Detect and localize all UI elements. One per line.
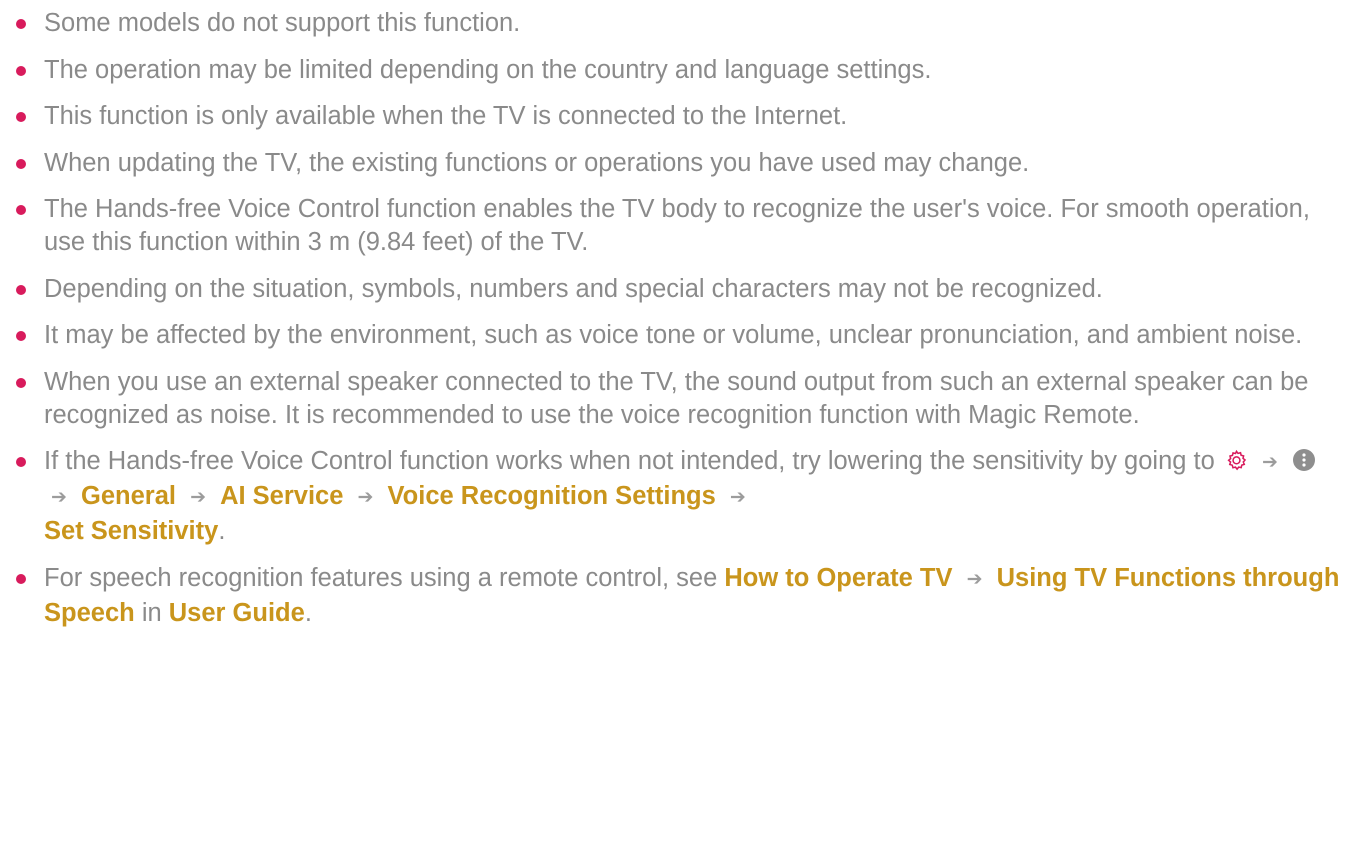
note-item: Some models do not support this function… xyxy=(0,7,1353,40)
bullet-dot xyxy=(16,573,26,584)
menu-path-voice-recognition-settings: Voice Recognition Settings xyxy=(387,482,716,510)
bullet-dot xyxy=(16,65,26,76)
menu-path-ai-service: AI Service xyxy=(220,482,344,510)
note-item: This function is only available when the… xyxy=(0,100,1353,133)
note-item-speech: For speech recognition features using a … xyxy=(0,562,1353,630)
sentence-end: . xyxy=(304,598,312,627)
gear-icon xyxy=(1227,449,1247,471)
menu-path-general: General xyxy=(81,482,176,510)
note-item: It may be affected by the environment, s… xyxy=(0,319,1353,352)
note-item: When you use an external speaker connect… xyxy=(0,366,1353,432)
bullet-dot xyxy=(16,19,26,29)
arrow-icon: ➔ xyxy=(729,487,746,508)
note-text: When updating the TV, the existing funct… xyxy=(44,148,1030,177)
arrow-icon: ➔ xyxy=(966,568,983,590)
sentence-end: . xyxy=(218,517,226,545)
note-item: The Hands-free Voice Control function en… xyxy=(0,193,1353,259)
note-text: If the Hands-free Voice Control function… xyxy=(44,447,1215,475)
note-item: The operation may be limited depending o… xyxy=(0,54,1353,87)
more-dots-icon xyxy=(1293,449,1315,471)
note-item: Depending on the situation, symbols, num… xyxy=(0,273,1353,306)
note-text: Depending on the situation, symbols, num… xyxy=(44,274,1103,303)
bullet-dot xyxy=(16,377,26,388)
bullet-dot xyxy=(16,158,26,169)
bullet-dot xyxy=(16,205,26,215)
bullet-dot xyxy=(16,112,26,122)
note-text: For speech recognition features using a … xyxy=(44,563,718,592)
note-text: It may be affected by the environment, s… xyxy=(44,321,1303,349)
note-text: The Hands-free Voice Control function en… xyxy=(44,195,1310,256)
arrow-icon: ➔ xyxy=(51,487,67,508)
bullet-dot xyxy=(16,331,26,341)
note-text: When you use an external speaker connect… xyxy=(44,367,1309,429)
note-text: The operation may be limited depending o… xyxy=(44,55,932,84)
note-text: This function is only available when the… xyxy=(44,102,848,130)
arrow-icon: ➔ xyxy=(190,487,206,508)
menu-path-how-to-operate-tv: How to Operate TV xyxy=(724,563,953,592)
connector-text: in xyxy=(141,598,162,627)
notes-list: Some models do not support this function… xyxy=(0,0,1353,643)
menu-path-set-sensitivity: Set Sensitivity xyxy=(44,517,219,545)
arrow-icon: ➔ xyxy=(1261,452,1278,473)
note-item-sensitivity: If the Hands-free Voice Control function… xyxy=(0,445,1353,548)
note-item: When updating the TV, the existing funct… xyxy=(0,147,1353,180)
arrow-icon: ➔ xyxy=(357,487,374,508)
menu-path-user-guide: User Guide xyxy=(168,598,305,627)
bullet-dot xyxy=(16,284,26,295)
bullet-dot xyxy=(16,457,26,467)
note-text: Some models do not support this function… xyxy=(44,9,521,37)
